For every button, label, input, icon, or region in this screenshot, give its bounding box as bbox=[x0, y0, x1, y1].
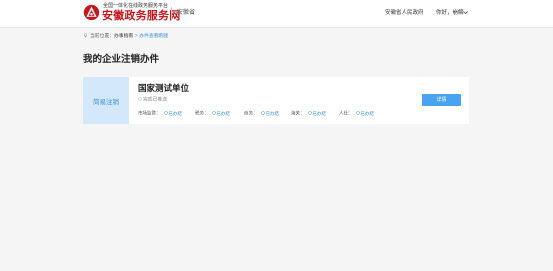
breadcrumb-item-current: 办件查看跑腿 bbox=[139, 34, 169, 39]
done-icon bbox=[211, 111, 216, 115]
chevron-down-icon[interactable] bbox=[462, 9, 469, 16]
done-icon bbox=[163, 111, 168, 115]
region-selector[interactable]: 安徽省 bbox=[177, 9, 195, 17]
application-card: 简易注销 国家测试单位 完成已推送 详情 市场监管： 已办结 税务： 已办结 商务：… bbox=[83, 77, 469, 124]
field-value: 已办结 bbox=[163, 111, 182, 117]
field-value: 已办结 bbox=[260, 111, 279, 117]
status-text: 完成已推送 bbox=[143, 97, 167, 103]
field-tax: 税务： 已办结 bbox=[195, 111, 230, 118]
location-icon bbox=[83, 33, 88, 38]
logo-title[interactable]: 安徽政务服务网 bbox=[102, 9, 180, 22]
department-status-row: 市场监管： 已办结 税务： 已办结 商务： 已办结 海关： 已办结 人社： 已办结 bbox=[138, 111, 448, 118]
unit-name: 国家测试单位 bbox=[138, 84, 190, 94]
field-value: 已办结 bbox=[355, 111, 374, 117]
field-value: 已办结 bbox=[307, 111, 326, 117]
page-title: 我的企业注销办件 bbox=[83, 54, 160, 65]
done-icon bbox=[260, 111, 265, 115]
status-line: 完成已推送 bbox=[138, 97, 167, 104]
status-check-icon bbox=[138, 97, 142, 101]
field-commerce: 商务： 已办结 bbox=[244, 111, 279, 118]
field-market: 市场监管： 已办结 bbox=[138, 111, 182, 118]
field-value: 已办结 bbox=[211, 111, 230, 117]
breadcrumb-prefix: 当前位置： bbox=[90, 34, 114, 39]
anhui-gov-logo-icon[interactable] bbox=[83, 4, 100, 21]
field-label: 海关： bbox=[291, 111, 305, 117]
card-type-label: 简易注销 bbox=[93, 97, 119, 106]
field-label: 市场监管： bbox=[138, 111, 161, 117]
field-social: 人社： 已办结 bbox=[339, 111, 374, 118]
done-icon bbox=[307, 111, 312, 115]
detail-button[interactable]: 详情 bbox=[422, 94, 461, 106]
breadcrumb-separator: > bbox=[134, 34, 139, 39]
field-label: 人社： bbox=[339, 111, 353, 117]
top-header: 全国一体化在线政务服务平台 安徽政务服务网 安徽省 安徽省人民政府 你好，崩解 bbox=[0, 0, 553, 28]
gov-link[interactable]: 安徽省人民政府 bbox=[385, 9, 424, 17]
card-type-tag: 简易注销 bbox=[83, 77, 129, 124]
field-label: 税务： bbox=[195, 111, 209, 117]
field-label: 商务： bbox=[244, 111, 258, 117]
header-divider bbox=[171, 7, 172, 19]
breadcrumb-item-guide[interactable]: 办事指南 bbox=[114, 34, 133, 39]
field-customs: 海关： 已办结 bbox=[291, 111, 326, 118]
breadcrumb: 当前位置：办事指南>办件查看跑腿 bbox=[83, 33, 168, 40]
user-greeting[interactable]: 你好，崩解 bbox=[436, 9, 464, 17]
done-icon bbox=[355, 111, 360, 115]
